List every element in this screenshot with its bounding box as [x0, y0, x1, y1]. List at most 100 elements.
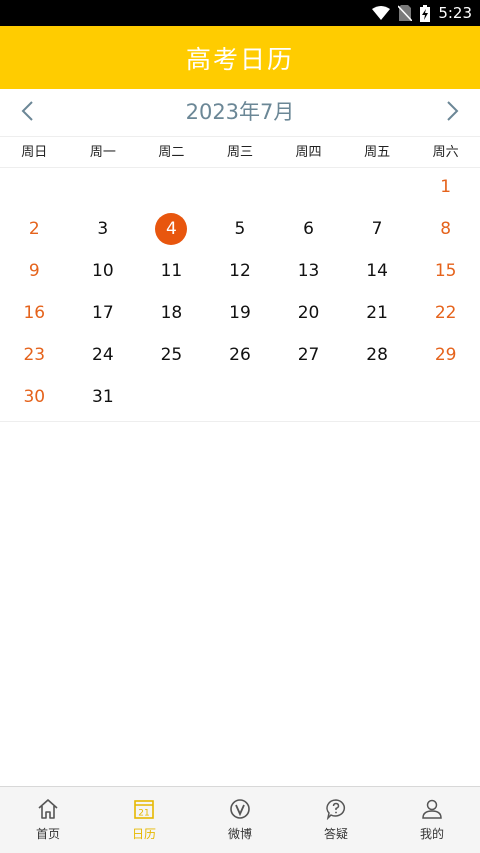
day-number: 2: [28, 219, 40, 239]
day-number: 19: [229, 303, 251, 323]
calendar-icon: 21: [133, 798, 155, 820]
empty-day-cell: [137, 376, 206, 418]
empty-day-cell: [137, 166, 206, 208]
empty-day-cell: [274, 376, 343, 418]
day-cell[interactable]: 21: [343, 292, 412, 334]
day-cell[interactable]: 20: [274, 292, 343, 334]
app-header: 高考日历: [0, 26, 480, 89]
day-cell[interactable]: 7: [343, 208, 412, 250]
question-bubble-icon: [325, 798, 347, 820]
day-cell[interactable]: 25: [137, 334, 206, 376]
weekday-label: 周四: [295, 145, 322, 160]
empty-day-cell: [206, 166, 275, 208]
empty-day-cell: [343, 376, 412, 418]
day-number: 11: [160, 261, 183, 281]
day-cell[interactable]: 15: [411, 250, 480, 292]
empty-day-cell: [206, 376, 275, 418]
bottom-navigation: 首页 21 日历 微博 答疑 我的: [0, 786, 480, 853]
day-cell[interactable]: 27: [274, 334, 343, 376]
battery-charging-icon: [420, 4, 431, 22]
day-number: 26: [229, 345, 251, 365]
day-number: 1: [440, 177, 452, 197]
page-title: 高考日历: [185, 44, 294, 74]
day-cell[interactable]: 3: [69, 208, 138, 250]
day-cell[interactable]: 6: [274, 208, 343, 250]
day-cell[interactable]: 13: [274, 250, 343, 292]
day-number: 16: [23, 303, 46, 323]
weekday-label: 周三: [226, 145, 253, 160]
day-cell[interactable]: 28: [343, 334, 412, 376]
day-cell[interactable]: 30: [0, 376, 69, 418]
day-number: 8: [440, 219, 452, 239]
nav-home[interactable]: 首页: [0, 787, 96, 853]
day-cell[interactable]: 5: [206, 208, 275, 250]
day-number: 25: [160, 345, 183, 365]
weekday-label: 周六: [432, 145, 459, 160]
day-cell[interactable]: 2: [0, 208, 69, 250]
day-cell[interactable]: 24: [69, 334, 138, 376]
day-number: 27: [297, 345, 320, 365]
day-cell[interactable]: 10: [69, 250, 138, 292]
day-number: 29: [434, 345, 457, 365]
day-number: 24: [92, 345, 114, 365]
day-number: 9: [28, 261, 40, 281]
day-number: 18: [160, 303, 183, 323]
weekday-header: 周日 周一 周二 周三 周四 周五 周六: [0, 138, 480, 168]
nav-calendar[interactable]: 21 日历: [96, 787, 192, 853]
day-cell[interactable]: 1: [411, 166, 480, 208]
day-cell[interactable]: 12: [206, 250, 275, 292]
nav-label: 日历: [131, 827, 156, 841]
status-time: 5:23: [438, 4, 472, 22]
day-cell[interactable]: 19: [206, 292, 275, 334]
day-number: 10: [92, 261, 114, 281]
user-icon: [421, 798, 443, 820]
weekday-label: 周五: [364, 145, 391, 160]
day-number: 17: [92, 303, 114, 323]
status-icons: 5:23: [372, 0, 472, 26]
empty-day-cell: [411, 376, 480, 418]
day-cell-selected[interactable]: 4: [137, 208, 206, 250]
day-cell[interactable]: 14: [343, 250, 412, 292]
next-month-button[interactable]: [429, 89, 477, 137]
calendar-grid: 1 2 3 4 5 6 7 8 9 10 11 12 13 14 15 16 17 18 19 20 21 22 23 24 2…: [0, 166, 480, 422]
calendar-icon-text: 21: [138, 809, 149, 819]
day-cell[interactable]: 22: [411, 292, 480, 334]
day-cell[interactable]: 17: [69, 292, 138, 334]
day-cell[interactable]: 26: [206, 334, 275, 376]
no-sim-icon: [398, 5, 413, 21]
home-icon: [37, 798, 59, 820]
status-bar: 5:23: [0, 0, 480, 26]
nav-weibo[interactable]: 微博: [192, 787, 288, 853]
day-number: 6: [303, 219, 314, 239]
day-number: 31: [92, 387, 114, 407]
day-cell[interactable]: 31: [69, 376, 138, 418]
day-cell[interactable]: 29: [411, 334, 480, 376]
nav-qa[interactable]: 答疑: [288, 787, 384, 853]
day-cell[interactable]: 18: [137, 292, 206, 334]
day-number: 15: [434, 261, 457, 281]
weekday-label: 周二: [158, 145, 185, 160]
day-cell[interactable]: 16: [0, 292, 69, 334]
chevron-right-icon: [446, 100, 460, 126]
empty-day-cell: [274, 166, 343, 208]
nav-label: 我的: [419, 827, 444, 841]
nav-profile[interactable]: 我的: [384, 787, 480, 853]
weekday-label: 周一: [89, 145, 116, 160]
day-number: 3: [97, 219, 109, 239]
day-cell[interactable]: 11: [137, 250, 206, 292]
day-number: 20: [297, 303, 320, 323]
nav-label: 微博: [227, 827, 252, 841]
day-cell[interactable]: 23: [0, 334, 69, 376]
day-number: 30: [23, 387, 46, 407]
weibo-icon: [229, 798, 251, 820]
day-number: 5: [234, 219, 246, 239]
weekday-label: 周日: [21, 145, 48, 160]
day-cell[interactable]: 9: [0, 250, 69, 292]
empty-day-cell: [343, 166, 412, 208]
day-number: 4: [155, 213, 188, 245]
wifi-icon: [372, 6, 391, 20]
day-cell[interactable]: 8: [411, 208, 480, 250]
day-number: 23: [23, 345, 46, 365]
day-number: 12: [229, 261, 251, 281]
empty-day-cell: [69, 166, 138, 208]
